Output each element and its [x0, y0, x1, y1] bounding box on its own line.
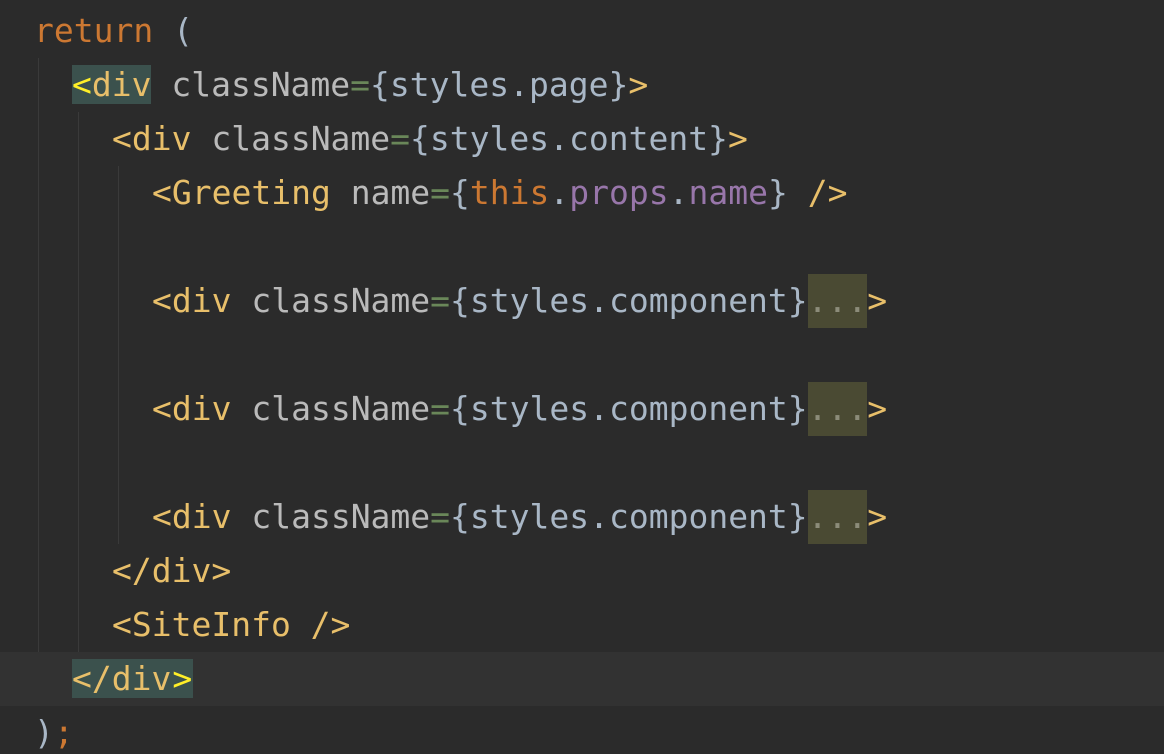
code-line-10[interactable]: <div className={styles.component}...> — [0, 490, 1164, 544]
attr-expression: {styles.page} — [370, 65, 629, 104]
property-props: props — [569, 173, 669, 212]
folded-region[interactable]: ... — [807, 490, 868, 544]
matched-tag-highlight: <div — [72, 65, 152, 104]
tag-open-bracket: < — [112, 119, 132, 158]
code-line-8[interactable]: <div className={styles.component}...> — [0, 382, 1164, 436]
dot: . — [549, 173, 570, 212]
tag-name: div — [171, 497, 232, 536]
self-close-bracket: /> — [787, 173, 848, 212]
matched-tag-highlight: </div> — [72, 659, 194, 698]
attr-name: className — [231, 497, 431, 536]
code-line-6[interactable]: <div className={styles.component}...> — [0, 274, 1164, 328]
equals: = — [430, 173, 451, 212]
equals: = — [430, 389, 451, 428]
keyword-return: return — [34, 11, 154, 50]
open-paren: ( — [153, 11, 193, 50]
tag-name: div — [91, 65, 152, 104]
brace-close: } — [767, 173, 788, 212]
tag-close-bracket: > — [867, 497, 888, 536]
indent-guide — [118, 166, 119, 544]
tag-close-bracket: > — [628, 65, 649, 104]
attr-name: className — [151, 65, 351, 104]
code-line-2[interactable]: <div className={styles.page}> — [0, 58, 1164, 112]
code-editor[interactable]: return ( <div className={styles.page}> <… — [0, 0, 1164, 754]
code-line-3[interactable]: <div className={styles.content}> — [0, 112, 1164, 166]
tag-open-bracket: < — [152, 389, 172, 428]
tag-name: div — [131, 119, 192, 158]
equals: = — [430, 281, 451, 320]
tag-close-bracket: > — [867, 281, 888, 320]
tag-open-bracket: < — [152, 281, 172, 320]
component-name: Greeting — [171, 173, 331, 212]
attr-name: name — [330, 173, 431, 212]
attr-name: className — [191, 119, 391, 158]
component-tag: <SiteInfo /> — [112, 605, 351, 644]
attr-expression: {styles.component} — [450, 497, 808, 536]
folded-region[interactable]: ... — [807, 274, 868, 328]
property-name: name — [688, 173, 768, 212]
semicolon: ; — [53, 713, 74, 752]
attr-expression: {styles.content} — [410, 119, 728, 158]
keyword-this: this — [469, 173, 550, 212]
dot: . — [668, 173, 689, 212]
tag-close-bracket: > — [867, 389, 888, 428]
code-line-13-current[interactable]: </div> — [0, 652, 1164, 706]
tag-close-bracket: > — [727, 119, 748, 158]
tag-name: div — [171, 281, 232, 320]
tag-name: div — [171, 389, 232, 428]
tag-open-bracket: < — [72, 65, 92, 104]
equals: = — [430, 497, 451, 536]
brace-open: { — [450, 173, 470, 212]
attr-name: className — [231, 389, 431, 428]
tag-open-bracket: < — [152, 497, 172, 536]
code-line-14[interactable]: ); — [0, 706, 1164, 754]
code-line-11[interactable]: </div> — [0, 544, 1164, 598]
code-line-1[interactable]: return ( — [0, 4, 1164, 58]
tag-open-bracket: < — [152, 173, 172, 212]
code-line-12[interactable]: <SiteInfo /> — [0, 598, 1164, 652]
closing-tag-name: </div — [72, 659, 172, 698]
equals: = — [390, 119, 411, 158]
attr-expression: {styles.component} — [450, 389, 808, 428]
closing-tag: </div> — [112, 551, 232, 590]
equals: = — [350, 65, 371, 104]
close-paren: ) — [34, 713, 54, 752]
folded-region[interactable]: ... — [807, 382, 868, 436]
code-line-4[interactable]: <Greeting name={this.props.name} /> — [0, 166, 1164, 220]
tag-close-bracket: > — [171, 659, 194, 698]
attr-name: className — [231, 281, 431, 320]
attr-expression: {styles.component} — [450, 281, 808, 320]
